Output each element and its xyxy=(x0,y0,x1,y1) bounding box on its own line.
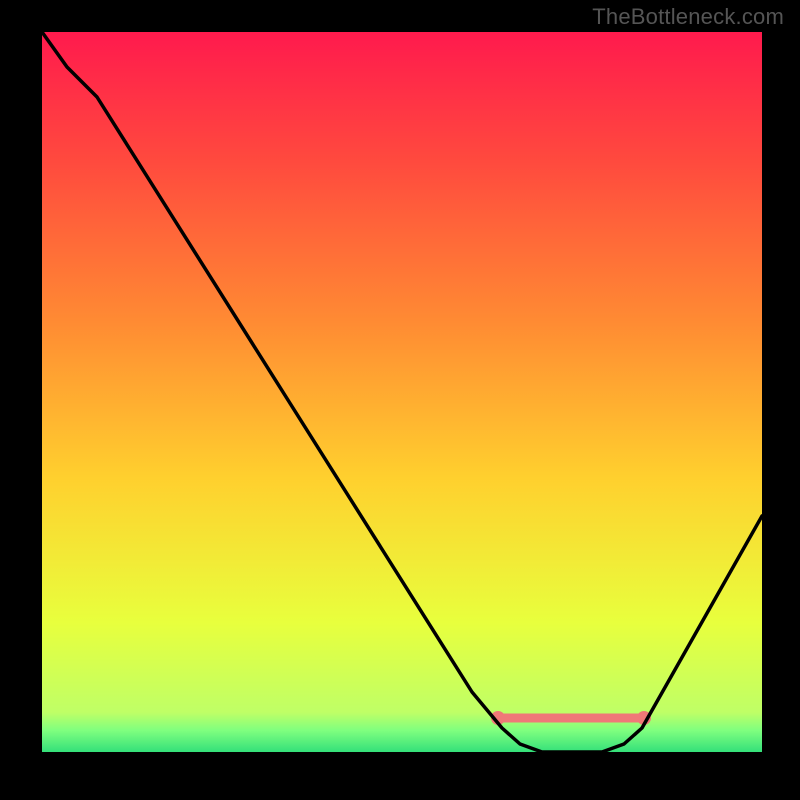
gradient-background xyxy=(42,32,762,752)
watermark-text: TheBottleneck.com xyxy=(592,4,784,30)
bottleneck-chart xyxy=(42,32,762,752)
chart-svg xyxy=(42,32,762,752)
